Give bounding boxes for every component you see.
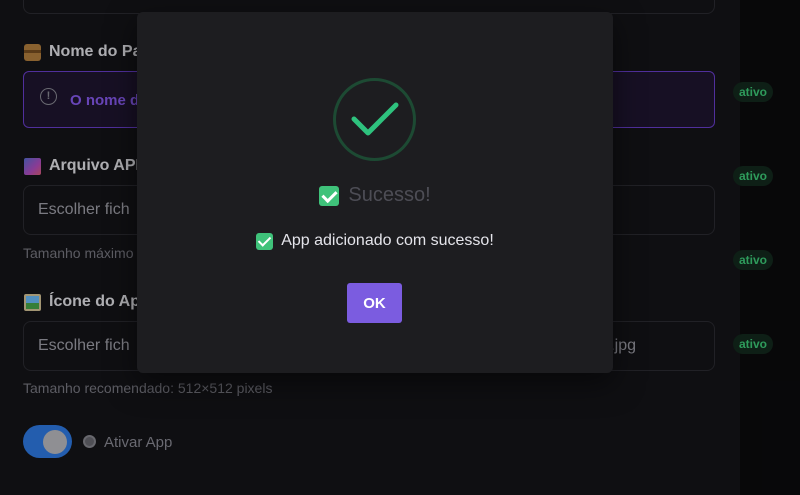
side-list-column — [740, 0, 800, 495]
apk-icon — [24, 157, 41, 175]
status-badge: ativo — [733, 82, 773, 102]
apk-size-hint: Tamanho máximo — [23, 245, 134, 261]
app-icon-label: Ícone do Ap — [24, 293, 140, 311]
success-dialog: Sucesso! App adicionado com sucesso! OK — [137, 12, 613, 373]
ok-button[interactable]: OK — [347, 283, 402, 323]
icon-file-placeholder: Escolher fich — [38, 337, 130, 354]
package-name-label-text: Nome do Pa — [49, 43, 142, 60]
apk-file-label-text: Arquivo APK — [49, 157, 148, 174]
status-badge: ativo — [733, 250, 773, 270]
toggle-knob — [43, 430, 67, 454]
checkbox-check-icon — [319, 185, 340, 206]
icon-size-hint: Tamanho recomendado: 512×512 pixels — [23, 380, 273, 396]
dialog-title-text: Sucesso! — [348, 184, 431, 206]
dialog-message-text: App adicionado com sucesso! — [281, 232, 494, 249]
dialog-message: App adicionado com sucesso! — [137, 232, 613, 250]
status-badge: ativo — [733, 334, 773, 354]
activate-app-toggle[interactable] — [23, 425, 72, 458]
alert-icon: ! — [40, 88, 57, 105]
success-check-icon — [333, 78, 416, 161]
radio-dot-icon — [83, 435, 96, 448]
activate-app-label: Ativar App — [104, 434, 173, 451]
picture-icon — [24, 293, 41, 311]
checkbox-check-icon — [256, 232, 274, 250]
apk-file-placeholder: Escolher fich — [38, 201, 130, 218]
apk-file-label: Arquivo APK — [24, 157, 147, 175]
status-badge: ativo — [733, 166, 773, 186]
package-alert-text: O nome d — [70, 92, 140, 109]
package-icon — [24, 43, 41, 61]
dialog-title: Sucesso! — [137, 184, 613, 207]
app-icon-label-text: Ícone do Ap — [49, 293, 140, 310]
package-name-label: Nome do Pa — [24, 43, 141, 61]
